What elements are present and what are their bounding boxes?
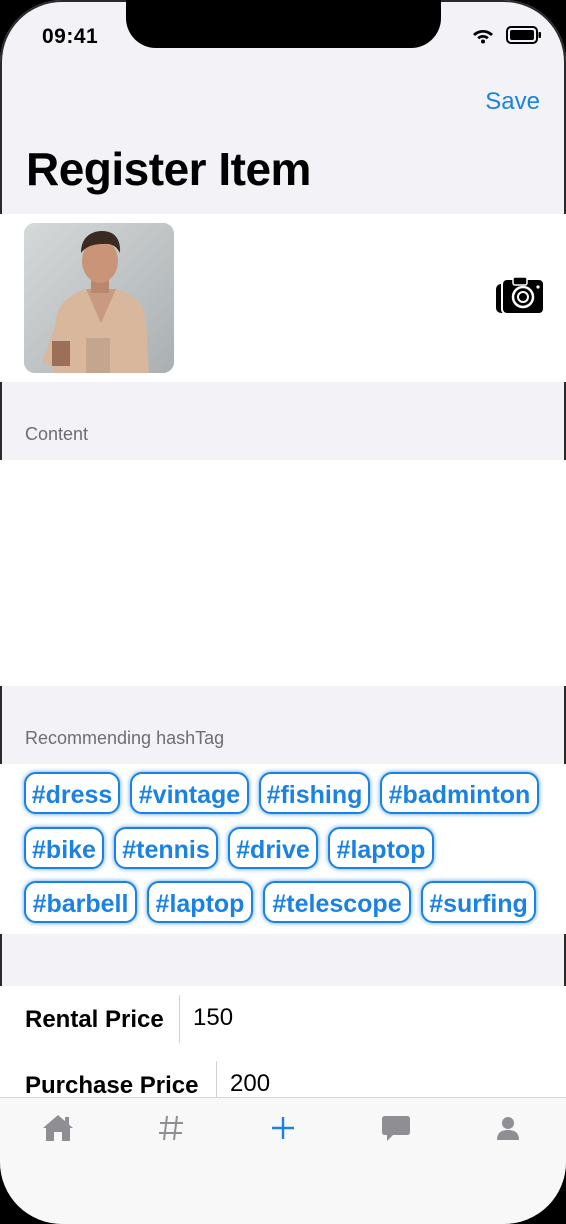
home-icon xyxy=(43,1115,73,1141)
hashtag-chip[interactable]: #bike xyxy=(24,827,104,869)
hashtag-chip[interactable]: #drive xyxy=(228,827,318,869)
status-time: 09:41 xyxy=(42,25,99,48)
rental-price-input[interactable] xyxy=(193,1004,533,1032)
purchase-price-label: Purchase Price xyxy=(25,1072,199,1098)
item-photo-thumbnail[interactable] xyxy=(24,223,174,373)
hashtag-chip[interactable]: #telescope xyxy=(263,881,411,923)
page-title: Register Item xyxy=(26,143,311,195)
hashtag-chip[interactable]: #vintage xyxy=(130,772,249,814)
person-icon xyxy=(497,1117,519,1140)
divider xyxy=(216,1061,217,1098)
hashtag-chip[interactable]: #surfing xyxy=(421,881,536,923)
hashtag-chip[interactable]: #badminton xyxy=(380,772,539,814)
hashtag-section-label: Recommending hashTag xyxy=(25,728,225,748)
person-photo xyxy=(24,223,174,373)
status-icons xyxy=(472,26,542,44)
hashtag-chip[interactable]: #tennis xyxy=(114,827,218,869)
hashtag-list: #dress #vintage #fishing #badminton #bik… xyxy=(0,764,566,934)
hashtag-chip[interactable]: #barbell xyxy=(24,881,137,923)
purchase-price-input[interactable] xyxy=(230,1070,530,1098)
chat-bubble-icon xyxy=(382,1116,410,1141)
tab-profile[interactable] xyxy=(488,1110,528,1146)
battery-icon xyxy=(506,26,541,44)
wifi-icon xyxy=(473,29,493,43)
camera-icon[interactable] xyxy=(496,277,544,317)
save-button[interactable]: Save xyxy=(485,88,540,116)
content-textarea[interactable] xyxy=(0,460,566,686)
tab-bar xyxy=(0,1097,566,1224)
hashtag-chip[interactable]: #dress xyxy=(24,772,120,814)
hashtag-chip[interactable]: #fishing xyxy=(259,772,370,814)
plus-icon xyxy=(272,1117,294,1139)
hashtag-icon xyxy=(159,1115,183,1141)
phone-screen: 09:41 Save Register Item Content Recomme… xyxy=(0,0,566,1224)
tab-hashtag[interactable] xyxy=(151,1110,191,1146)
hashtag-chip[interactable]: #laptop xyxy=(328,827,434,869)
tab-chat[interactable] xyxy=(376,1110,416,1146)
tab-home[interactable] xyxy=(38,1110,78,1146)
price-section: Rental Price Purchase Price xyxy=(0,986,566,1098)
divider xyxy=(179,995,180,1043)
hashtag-chip[interactable]: #laptop xyxy=(147,881,253,923)
content-section-label: Content xyxy=(25,424,89,444)
rental-price-label: Rental Price xyxy=(25,1006,164,1033)
photo-section xyxy=(0,214,566,382)
tab-add[interactable] xyxy=(263,1110,303,1146)
status-bar: 09:41 xyxy=(0,0,566,80)
